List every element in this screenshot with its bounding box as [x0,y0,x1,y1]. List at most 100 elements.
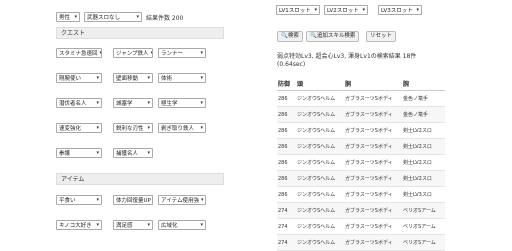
skill-select-value: 広域化 [161,221,178,229]
chevron-down-icon: ▾ [96,75,99,81]
table-header-row: 防御 頭 胴 腕 [277,76,445,91]
chevron-down-icon: ▾ [96,222,99,228]
arm-cell: 剣士LV2スロ [402,171,445,187]
body-cell: ガブラスーツSボディ [344,123,402,139]
lv2-slot-value: LV2スロット [327,6,359,14]
col-body: 胴 [344,76,402,91]
head-cell: ジンオウSヘルム [296,235,344,251]
table-row[interactable]: 274ジンオウSヘルムガブラスーツSボディベリオSアーム [277,203,445,219]
col-defense: 防御 [277,76,296,91]
chevron-down-icon: ▾ [136,14,139,20]
search-button-label: 検索 [288,33,299,39]
lv2-slot-select[interactable]: LV2スロット▾ [324,5,368,15]
table-row[interactable]: 286ジンオウSヘルムガブラスーツSボディ金色ノ篭手 [277,107,445,123]
skill-select-value: 鋭利な刃性 [116,124,144,132]
skill-select-value: 極生学 [161,99,178,107]
chevron-down-icon: ▾ [147,150,150,156]
defense-cell: 286 [277,123,296,139]
chevron-down-icon: ▾ [151,50,153,56]
table-row[interactable]: 286ジンオウSヘルムガブラスーツSボディ剣士LV3スロ [277,187,445,203]
add-skill-search-button[interactable]: 🔍追加スキル検索 [306,31,359,42]
quest-skill-select[interactable]: ジャンプ鉄人▾ [113,48,153,58]
body-cell: ガブラスーツSボディ [344,235,402,251]
chevron-down-icon: ▾ [200,100,203,106]
arm-cell: 剣士LV2スロ [402,139,445,155]
head-cell: ジンオウSヘルム [296,155,344,171]
arm-cell: ベリオSアーム [402,235,445,251]
defense-cell: 274 [277,235,296,251]
quest-skill-select[interactable]: 極生学 ▾ [158,98,206,108]
skill-select-value: 体術 [161,74,172,82]
chevron-down-icon: ▾ [96,125,99,131]
body-cell: ガブラスーツSボディ [344,155,402,171]
skill-select-value: 満足感 [116,221,133,229]
item-skill-select[interactable]: 広域化▾ [158,220,206,230]
col-head: 頭 [296,76,344,91]
table-row[interactable]: 286ジンオウSヘルムガブラスーツSボディ金色ノ篭手 [277,91,445,107]
skill-select-value: 城塞学 [116,99,133,107]
skill-select-value: ランナー [161,49,183,57]
quest-skill-select[interactable]: 剥ぎ取り鉄人▾ [158,123,206,133]
skill-select-value: 剛腕使い [59,74,81,82]
skill-select-value: 体力回復量UP [116,196,151,204]
chevron-down-icon: ▾ [147,100,150,106]
head-cell: ジンオウSヘルム [296,219,344,235]
arm-cell: 金色ノ篭手 [402,107,445,123]
result-time: (0.64sec) [277,61,416,69]
defense-cell: 286 [277,107,296,123]
table-row[interactable]: 286ジンオウSヘルムガブラスーツSボディ剣士LV2スロ [277,155,445,171]
defense-cell: 274 [277,203,296,219]
reset-button[interactable]: リセット [366,31,396,42]
quest-skill-select[interactable]: 捕獲名人 ▾ [113,148,153,158]
quest-skill-select[interactable]: 壁面移動▾ [113,73,153,83]
lv3-slot-value: LV3スロット [381,6,413,14]
chevron-down-icon: ▾ [96,150,99,156]
item-skill-select[interactable]: アイテム使用強▾ [158,195,206,205]
skill-select-value: 潜伏者名人 [59,99,87,107]
skill-select-value: キノコ大好き [59,221,92,229]
skill-select-value: 拳護 [59,149,70,157]
item-skill-select[interactable]: 体力回復量UP▾ [113,195,153,205]
quest-title: クエスト [61,30,85,37]
skill-select-value: スタミナ急速回 [59,49,98,57]
table-row[interactable]: 286ジンオウSヘルムガブラスーツSボディ剣士LV2スロ [277,139,445,155]
quest-section-header: クエスト [56,27,224,39]
search-button[interactable]: 🔍検索 [277,31,303,42]
quest-skill-select[interactable]: 城塞学 ▾ [113,98,153,108]
body-cell: ガブラスーツSボディ [344,171,402,187]
chevron-down-icon: ▾ [147,222,150,228]
quest-skill-select[interactable]: 速変強化▾ [56,123,102,133]
gender-select[interactable]: 男性▾ [56,12,80,22]
item-skill-select[interactable]: 平食い▾ [56,195,102,205]
result-summary-line: 弱点特効Lv3, 超会心Lv3, 渾身Lv1の検索結果 18件 [277,53,416,61]
chevron-down-icon: ▾ [314,7,317,13]
lv1-slot-select[interactable]: LV1スロット▾ [276,5,320,15]
weapon-slot-select[interactable]: 武器スロなし▾ [84,12,142,22]
quest-skill-select[interactable]: 潜伏者名人▾ [56,98,102,108]
skill-select-value: 捕獲名人 [116,149,138,157]
arm-cell: 剣士LV2スロ [402,155,445,171]
table-row[interactable]: 274ジンオウSヘルムガブラスーツSボディベリオSアーム [277,235,445,251]
lv3-slot-select[interactable]: LV3スロット▾ [378,5,422,15]
item-skill-select[interactable]: 満足感 ▾ [113,220,153,230]
chevron-down-icon: ▾ [200,50,203,56]
chevron-down-icon: ▾ [200,125,203,131]
quest-skill-select[interactable]: スタミナ急速回▾ [56,48,102,58]
quest-skill-select[interactable]: 鋭利な刃性▾ [113,123,153,133]
add-skill-search-label: 追加スキル検索 [317,33,356,39]
chevron-down-icon: ▾ [416,7,419,13]
defense-cell: 286 [277,91,296,107]
quest-skill-select[interactable]: 体術▾ [158,73,206,83]
quest-skill-select[interactable]: 拳護 ▾ [56,148,102,158]
gender-value: 男性 [59,13,70,21]
table-row[interactable]: 274ジンオウSヘルムガブラスーツSボディベリオSアーム [277,219,445,235]
body-cell: ガブラスーツSボディ [344,187,402,203]
arm-cell: ベリオSアーム [402,203,445,219]
quest-skill-select[interactable]: 剛腕使い ▾ [56,73,102,83]
item-skill-select[interactable]: キノコ大好き ▾ [56,220,102,230]
table-row[interactable]: 286ジンオウSヘルムガブラスーツSボディ剣士LV2スロ [277,123,445,139]
arm-cell: 剣士LV2スロ [402,123,445,139]
table-row[interactable]: 286ジンオウSヘルムガブラスーツSボディ剣士LV2スロ [277,171,445,187]
quest-skill-select[interactable]: ランナー ▾ [158,48,206,58]
chevron-down-icon: ▾ [96,197,99,203]
